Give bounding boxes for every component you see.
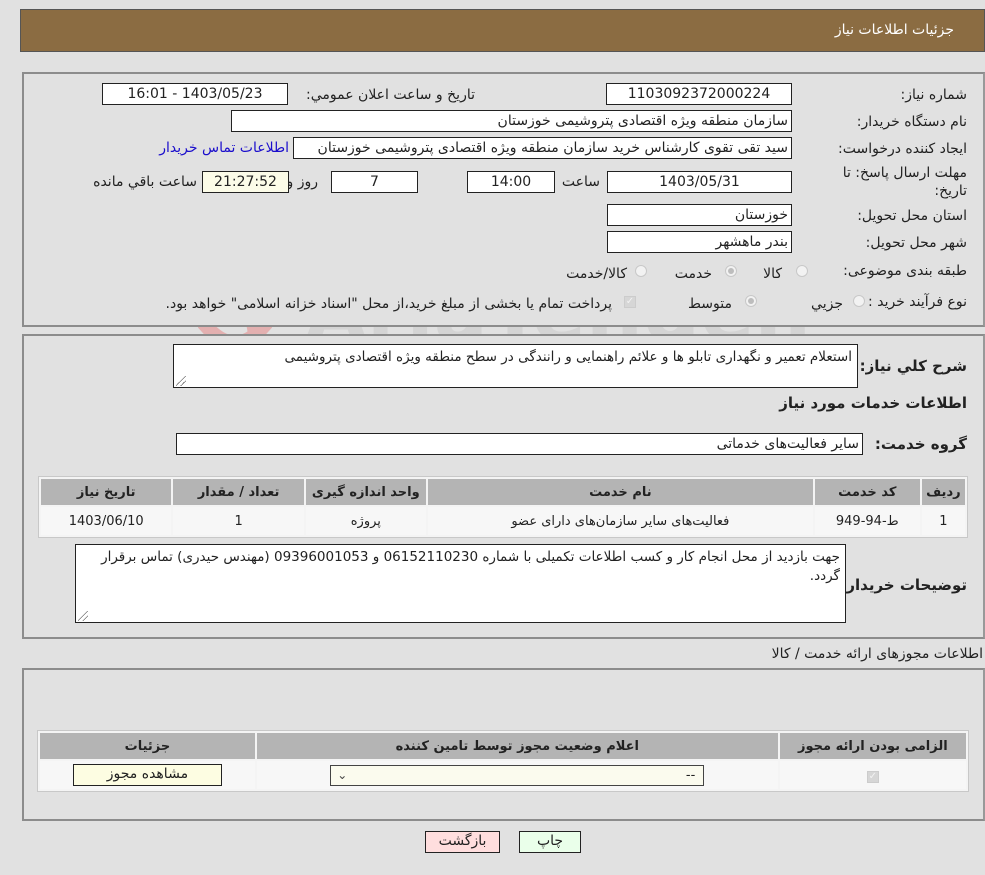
category-option-goods: کالا bbox=[763, 266, 782, 282]
services-table-wrap: ردیف کد خدمت نام خدمت واحد اندازه گیری ت… bbox=[38, 476, 968, 538]
cell-row-number: 1 bbox=[921, 507, 965, 535]
col-row-number: ردیف bbox=[921, 479, 965, 505]
treasury-checkbox[interactable]: ✓ bbox=[624, 296, 636, 308]
category-radio-goods[interactable] bbox=[796, 265, 808, 277]
province-label: استان محل تحویل: bbox=[857, 208, 967, 224]
cell-permit-details: مشاهده مجوز bbox=[40, 761, 255, 789]
process-label: نوع فرآیند خرید : bbox=[868, 294, 967, 310]
description-textarea[interactable]: استعلام تعمیر و نگهداری تابلو ها و علائم… bbox=[173, 344, 858, 388]
category-label: طبقه بندی موضوعی: bbox=[843, 263, 967, 279]
buyer-notes-text: جهت بازدید از محل انجام کار و کسب اطلاعا… bbox=[101, 549, 840, 584]
buyer-org-field: سازمان منطقه ویژه اقتصادی پتروشیمی خوزست… bbox=[231, 110, 792, 132]
process-option-minor: جزيي bbox=[811, 296, 843, 312]
announce-field: 1403/05/23 - 16:01 bbox=[102, 83, 288, 105]
col-permit-required: الزامی بودن ارائه مجوز bbox=[779, 733, 966, 759]
deadline-time-label: ساعت bbox=[561, 174, 600, 190]
category-option-goods-service: کالا/خدمت bbox=[566, 266, 627, 282]
city-label: شهر محل تحویل: bbox=[865, 235, 967, 251]
col-service-name: نام خدمت bbox=[427, 479, 813, 505]
table-row: 1 ط-94-949 فعالیت‌های سایر سازمان‌های دا… bbox=[41, 507, 965, 535]
cell-need-date: 1403/06/10 bbox=[41, 507, 172, 535]
remaining-label: ساعت باقي مانده bbox=[93, 174, 197, 190]
permits-section-title: اطلاعات مجوزهای ارائه خدمت / کالا bbox=[771, 646, 983, 662]
buyer-notes-label: توضیحات خریدار: bbox=[840, 576, 967, 594]
province-field: خوزستان bbox=[607, 204, 792, 226]
process-radio-medium[interactable] bbox=[745, 295, 757, 307]
description-text: استعلام تعمیر و نگهداری تابلو ها و علائم… bbox=[284, 349, 852, 365]
need-number-label: شماره نیاز: bbox=[900, 87, 968, 103]
cell-service-name: فعالیت‌های سایر سازمان‌های دارای عضو bbox=[427, 507, 813, 535]
need-number-field: 1103092372000224 bbox=[606, 83, 792, 105]
process-option-medium: متوسط bbox=[688, 296, 732, 312]
table-row: ✓ -- ⌄ مشاهده مجوز bbox=[40, 761, 966, 789]
service-group-label: گروه خدمت: bbox=[874, 435, 967, 453]
treasury-text: پرداخت تمام یا بخشی از مبلغ خرید،از محل … bbox=[165, 296, 612, 312]
buyer-contact-link[interactable]: اطلاعات تماس خریدار bbox=[159, 140, 289, 156]
permit-required-checkbox[interactable]: ✓ bbox=[866, 770, 879, 783]
print-button[interactable]: چاپ bbox=[519, 831, 581, 853]
services-table-header: ردیف کد خدمت نام خدمت واحد اندازه گیری ت… bbox=[41, 479, 965, 505]
cell-quantity: 1 bbox=[173, 507, 304, 535]
permits-table-wrap: الزامی بودن ارائه مجوز اعلام وضعیت مجوز … bbox=[37, 730, 969, 792]
category-radio-goods-service[interactable] bbox=[635, 265, 647, 277]
deadline-time-field: 14:00 bbox=[467, 171, 555, 193]
cell-service-code: ط-94-949 bbox=[814, 507, 920, 535]
cell-permit-status: -- ⌄ bbox=[256, 761, 778, 789]
deadline-label-line2: تاریخ: bbox=[934, 183, 967, 199]
resize-grip-icon[interactable] bbox=[78, 611, 88, 621]
col-unit: واحد اندازه گیری bbox=[305, 479, 426, 505]
deadline-date-field: 1403/05/31 bbox=[607, 171, 792, 193]
service-group-field: سایر فعالیت‌های خدماتی bbox=[176, 433, 863, 455]
col-permit-status: اعلام وضعیت مجوز توسط تامین کننده bbox=[256, 733, 778, 759]
page-title: جزئیات اطلاعات نیاز bbox=[834, 22, 954, 38]
col-permit-details: جزئیات bbox=[40, 733, 255, 759]
days-label: روز و bbox=[286, 174, 319, 190]
permits-table-header: الزامی بودن ارائه مجوز اعلام وضعیت مجوز … bbox=[40, 733, 966, 759]
days-remaining-field: 7 bbox=[331, 171, 418, 193]
category-option-service: خدمت bbox=[674, 266, 712, 282]
buyer-notes-textarea[interactable]: جهت بازدید از محل انجام کار و کسب اطلاعا… bbox=[75, 544, 846, 623]
description-label: شرح کلي نیاز: bbox=[859, 357, 967, 375]
page-header: جزئیات اطلاعات نیاز bbox=[20, 9, 985, 52]
deadline-label-line1: مهلت ارسال پاسخ: تا bbox=[842, 165, 967, 181]
cell-permit-required: ✓ bbox=[779, 761, 966, 789]
col-need-date: تاریخ نیاز bbox=[41, 479, 172, 505]
remaining-time-field: 21:27:52 bbox=[202, 171, 289, 193]
cell-unit: پروژه bbox=[305, 507, 426, 535]
buyer-org-label: نام دستگاه خریدار: bbox=[856, 114, 967, 130]
city-field: بندر ماهشهر bbox=[607, 231, 792, 253]
process-radio-minor[interactable] bbox=[853, 295, 865, 307]
permit-status-value: -- bbox=[685, 767, 696, 783]
creator-label: ایجاد کننده درخواست: bbox=[838, 141, 967, 157]
col-quantity: تعداد / مقدار bbox=[173, 479, 304, 505]
view-permit-button[interactable]: مشاهده مجوز bbox=[72, 764, 222, 786]
services-section-title: اطلاعات خدمات مورد نیاز bbox=[779, 394, 967, 412]
services-table: ردیف کد خدمت نام خدمت واحد اندازه گیری ت… bbox=[38, 476, 968, 538]
creator-field: سید تقی تقوی کارشناس خرید سازمان منطقه و… bbox=[293, 137, 792, 159]
chevron-down-icon: ⌄ bbox=[337, 767, 348, 782]
back-button[interactable]: بازگشت bbox=[425, 831, 500, 853]
resize-grip-icon[interactable] bbox=[176, 376, 186, 386]
permit-status-select[interactable]: -- ⌄ bbox=[330, 764, 705, 786]
col-service-code: کد خدمت bbox=[814, 479, 920, 505]
category-radio-service[interactable] bbox=[725, 265, 737, 277]
announce-label: تاریخ و ساعت اعلان عمومي: bbox=[306, 87, 475, 103]
permits-table: الزامی بودن ارائه مجوز اعلام وضعیت مجوز … bbox=[37, 730, 969, 792]
